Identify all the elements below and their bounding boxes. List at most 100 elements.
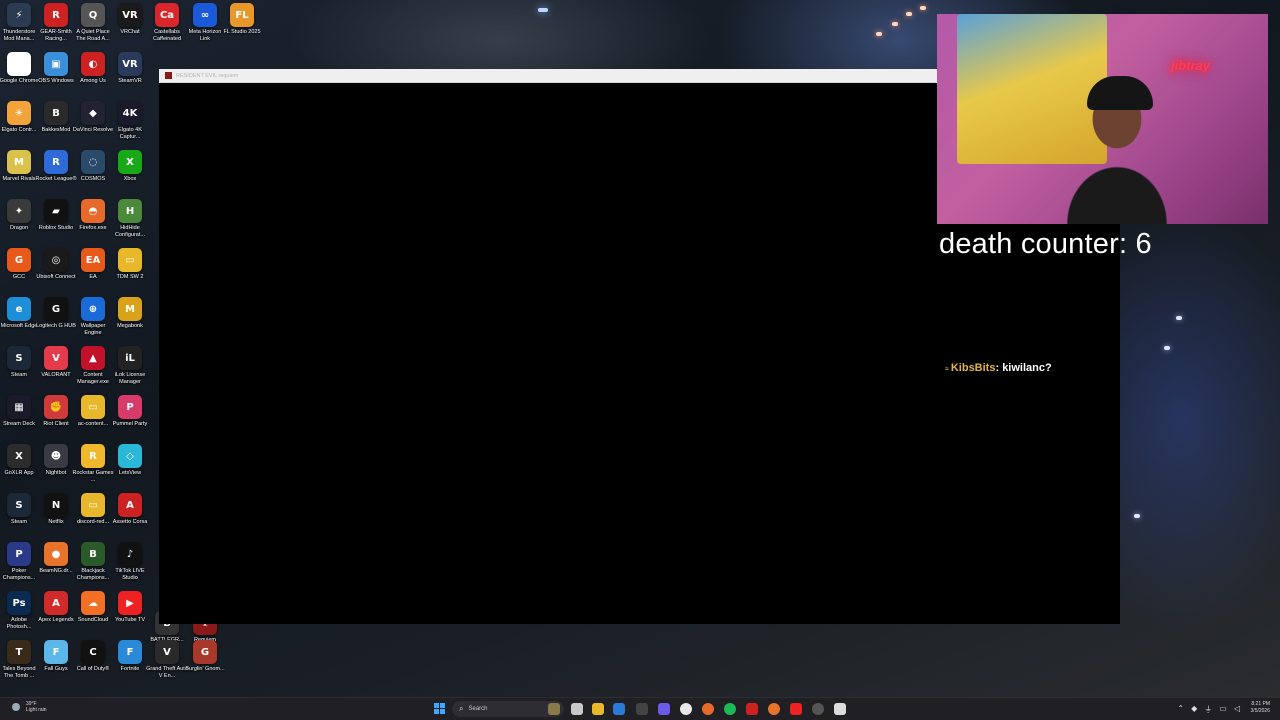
- youtube-taskbar-icon[interactable]: [790, 703, 802, 715]
- chrome-taskbar-icon[interactable]: [680, 703, 692, 715]
- search-icon: ⌕: [459, 704, 464, 713]
- desktop-icon[interactable]: ▰ Roblox Studio: [37, 199, 75, 232]
- weather-widget[interactable]: 39°F Light rain: [12, 701, 47, 713]
- chevron-up-icon[interactable]: ⌃: [1177, 704, 1184, 715]
- desktop-icon[interactable]: ☀ Elgato Contr...: [0, 101, 38, 134]
- desktop-icon[interactable]: ▣ OBS Windows: [37, 52, 75, 85]
- desktop-icon-label: Fall Guys: [44, 666, 68, 672]
- desktop-icon[interactable]: X Xbox: [111, 150, 149, 183]
- taskbar-app-icon[interactable]: [768, 703, 780, 715]
- desktop-icon[interactable]: S Steam: [0, 493, 38, 526]
- desktop-icon[interactable]: X GoXLR App: [0, 444, 38, 477]
- desktop-icon[interactable]: ◌ COSMOS: [74, 150, 112, 183]
- firefox-taskbar-icon[interactable]: [702, 703, 714, 715]
- desktop-icon[interactable]: T Tales Beyond The Tomb ...: [0, 640, 38, 680]
- display-icon[interactable]: ▭: [1219, 704, 1227, 715]
- desktop-icon-label: ac-content...: [77, 421, 109, 427]
- desktop-icon[interactable]: H HidHide Configurat...: [111, 199, 149, 239]
- desktop-icon[interactable]: Ps Adobe Photosh...: [0, 591, 38, 631]
- desktop-icon[interactable]: ◎ Ubisoft Connect: [36, 248, 76, 281]
- desktop-icon[interactable]: ◇ LetsView: [111, 444, 149, 477]
- desktop-icon[interactable]: G Logitech G HUB: [36, 297, 76, 330]
- desktop-icon[interactable]: ⚡ Thunderstore Mod Mana...: [0, 3, 38, 43]
- desktop-icon[interactable]: ⊕ Wallpaper Engine: [74, 297, 112, 337]
- desktop-icon[interactable]: ☻ Nightbot: [37, 444, 75, 477]
- desktop-icon[interactable]: A Assetto Corsa: [111, 493, 149, 526]
- game-window[interactable]: RESIDENT EVIL requiem: [159, 69, 937, 624]
- discord-taskbar-icon[interactable]: [658, 703, 670, 715]
- desktop-icon[interactable]: ▭ TDM SW 2: [111, 248, 149, 281]
- app-icon: VR: [118, 3, 142, 27]
- desktop-icon[interactable]: B Blackjack Champions...: [74, 542, 112, 582]
- app-icon: ◆: [81, 101, 105, 125]
- desktop-icon-label: Poker Champions...: [2, 568, 36, 581]
- start-button[interactable]: [434, 703, 446, 715]
- desktop-icon[interactable]: iL iLok License Manager: [111, 346, 149, 386]
- desktop-icon[interactable]: ● BeamNG.dr...: [37, 542, 75, 575]
- spotify-taskbar-icon[interactable]: [724, 703, 736, 715]
- obs-taskbar-icon[interactable]: [812, 703, 824, 715]
- network-icon[interactable]: ◆: [1191, 704, 1197, 715]
- app-icon: F: [44, 640, 68, 664]
- app-icon: ◎: [44, 248, 68, 272]
- desktop-icon[interactable]: R GEAR-Smith Racing...: [37, 3, 75, 43]
- desktop-icon[interactable]: G Burglin' Gnom...: [185, 640, 225, 673]
- desktop-icon[interactable]: A Apex Legends: [37, 591, 75, 624]
- desktop-icon-label: iLok License Manager: [114, 372, 146, 385]
- app-icon: M: [7, 150, 31, 174]
- desktop-icon[interactable]: N Netflix: [37, 493, 75, 526]
- desktop-icon[interactable]: ▶ YouTube TV: [111, 591, 149, 624]
- desktop-icon[interactable]: M Megabonk: [111, 297, 149, 330]
- taskbar-app-icon[interactable]: [746, 703, 758, 715]
- desktop-icon[interactable]: ▭ discord-red...: [74, 493, 112, 526]
- taskbar-app-icon[interactable]: [636, 703, 648, 715]
- desktop-icon[interactable]: G GCC: [0, 248, 38, 281]
- desktop-icon[interactable]: ◓ Firefox.exe: [74, 199, 112, 232]
- task-view-icon[interactable]: [571, 703, 583, 715]
- desktop-icon-label: YouTube TV: [114, 617, 146, 623]
- app-icon: G: [193, 640, 217, 664]
- desktop-icon[interactable]: F Fall Guys: [37, 640, 75, 673]
- desktop-icon[interactable]: ◆ DaVinci Resolve: [73, 101, 113, 134]
- desktop-icon[interactable]: ▲ Content Manager.exe: [74, 346, 112, 386]
- desktop-icon[interactable]: 4K Elgato 4K Captur...: [111, 101, 149, 141]
- desktop-icon[interactable]: FL FL Studio 2025: [223, 3, 261, 36]
- taskbar-app-icon[interactable]: [548, 703, 560, 715]
- desktop-icon-label: OBS Windows: [38, 78, 74, 84]
- taskbar-clock[interactable]: 8:21 PM 3/5/2026: [1251, 701, 1270, 715]
- desktop-icon[interactable]: e Microsoft Edge: [0, 297, 38, 330]
- desktop-icon[interactable]: P Pummel Party: [111, 395, 149, 428]
- system-tray: ⌃ ◆ ⏚ ▭ ◁: [1177, 704, 1240, 715]
- desktop-icon[interactable]: Ca Castellabs Caffeinated: [148, 3, 186, 43]
- desktop-icon-label: VRChat: [120, 29, 140, 35]
- wifi-icon[interactable]: ⏚: [1204, 704, 1212, 715]
- desktop-icon[interactable]: R Rocket League®: [35, 150, 77, 183]
- desktop-icon[interactable]: B BakkesMod: [37, 101, 75, 134]
- desktop-icon[interactable]: P Poker Champions...: [0, 542, 38, 582]
- desktop-icon[interactable]: VR VRChat: [111, 3, 149, 36]
- desktop-icon[interactable]: ∞ Meta Horizon Link: [186, 3, 224, 43]
- desktop-icon[interactable]: ◉ Google Chrome: [0, 52, 38, 85]
- desktop-icon[interactable]: ▭ ac-content...: [74, 395, 112, 428]
- desktop-icon[interactable]: VR SteamVR: [111, 52, 149, 85]
- desktop-icon[interactable]: EA EA: [74, 248, 112, 281]
- desktop-icon[interactable]: V VALORANT: [37, 346, 75, 379]
- desktop-icon[interactable]: V Grand Theft Auto V En...: [146, 640, 188, 680]
- desktop-icon[interactable]: C Call of Duty®: [74, 640, 112, 673]
- desktop-icon[interactable]: Q A Quiet Place The Road A...: [74, 3, 112, 43]
- desktop-icon[interactable]: ☁ SoundCloud: [74, 591, 112, 624]
- desktop-icon[interactable]: M Marvel Rivals: [0, 150, 38, 183]
- desktop-icon[interactable]: R Rockstar Games ...: [73, 444, 113, 484]
- volume-icon[interactable]: ◁: [1234, 704, 1240, 715]
- taskbar-app-icon[interactable]: [834, 703, 846, 715]
- desktop-icon[interactable]: F Fortnite: [111, 640, 149, 673]
- desktop-icon[interactable]: ▦ Stream Deck: [0, 395, 38, 428]
- steam-taskbar-icon[interactable]: [613, 703, 625, 715]
- desktop-icon[interactable]: ♪ TikTok LIVE Studio: [111, 542, 149, 582]
- desktop-icon[interactable]: S Steam: [0, 346, 38, 379]
- desktop-icon[interactable]: ✊ Riot Client: [37, 395, 75, 428]
- desktop-icon[interactable]: ◐ Among Us: [74, 52, 112, 85]
- desktop-icon[interactable]: ✦ Dragon: [0, 199, 38, 232]
- game-window-titlebar[interactable]: RESIDENT EVIL requiem: [159, 69, 937, 83]
- file-explorer-icon[interactable]: [592, 703, 604, 715]
